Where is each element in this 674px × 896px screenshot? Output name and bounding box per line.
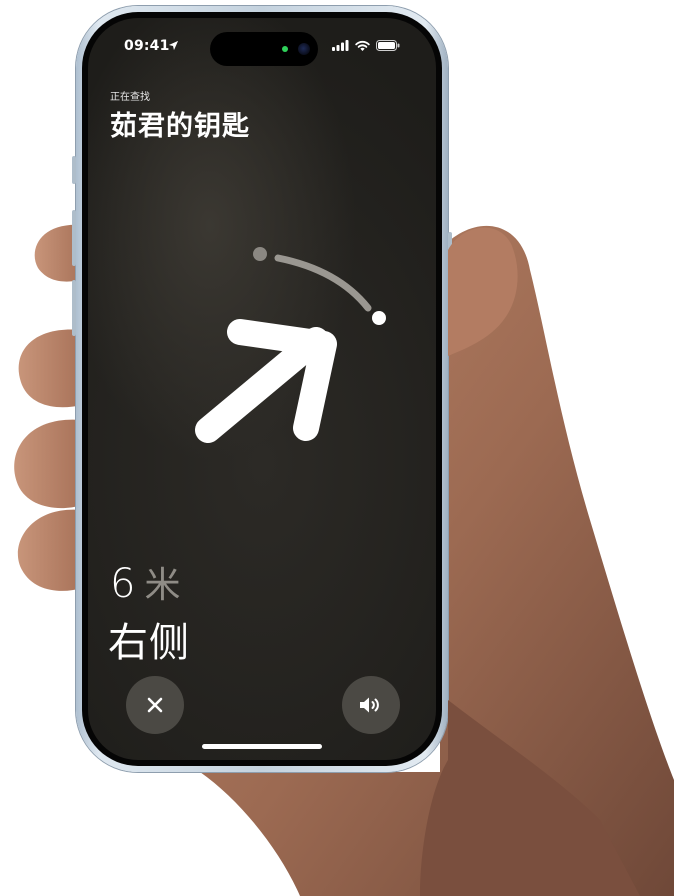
battery-icon [376,40,400,51]
privacy-indicator [282,46,288,52]
status-icons [332,40,400,51]
direction-arrow-icon [195,247,386,443]
front-camera [298,43,310,55]
location-arrow-icon [168,40,179,51]
close-icon [147,697,163,713]
direction-label: 右侧 [108,620,190,666]
cellular-signal-icon [332,40,349,51]
distance-readout: 6米 [110,556,181,608]
power-button [448,232,452,318]
status-time: 09:41 [124,38,170,54]
dynamic-island [210,32,318,66]
distance-unit: 米 [144,565,182,606]
product-photo: 09:41 正在查找 茹君的钥匙 6 米 右侧 [0,0,674,896]
close-button[interactable] [126,676,184,734]
start-dot [253,247,267,261]
wifi-icon [355,40,370,51]
volume-up-button [72,210,76,266]
bearing-arc [274,254,372,312]
item-title: 茹君的钥匙 [110,111,250,142]
volume-down-button [72,280,76,336]
action-button [72,156,76,184]
play-sound-button[interactable] [342,676,400,734]
finding-label: 正在查找 [110,92,150,103]
home-indicator[interactable] [202,744,322,749]
phone-device: 09:41 正在查找 茹君的钥匙 6 米 右侧 [72,6,452,772]
target-dot [372,311,386,325]
find-my-screen: 09:41 正在查找 茹君的钥匙 6 米 右侧 [88,18,436,760]
distance-value: 6 [110,561,137,607]
speaker-sound-icon [360,697,379,713]
